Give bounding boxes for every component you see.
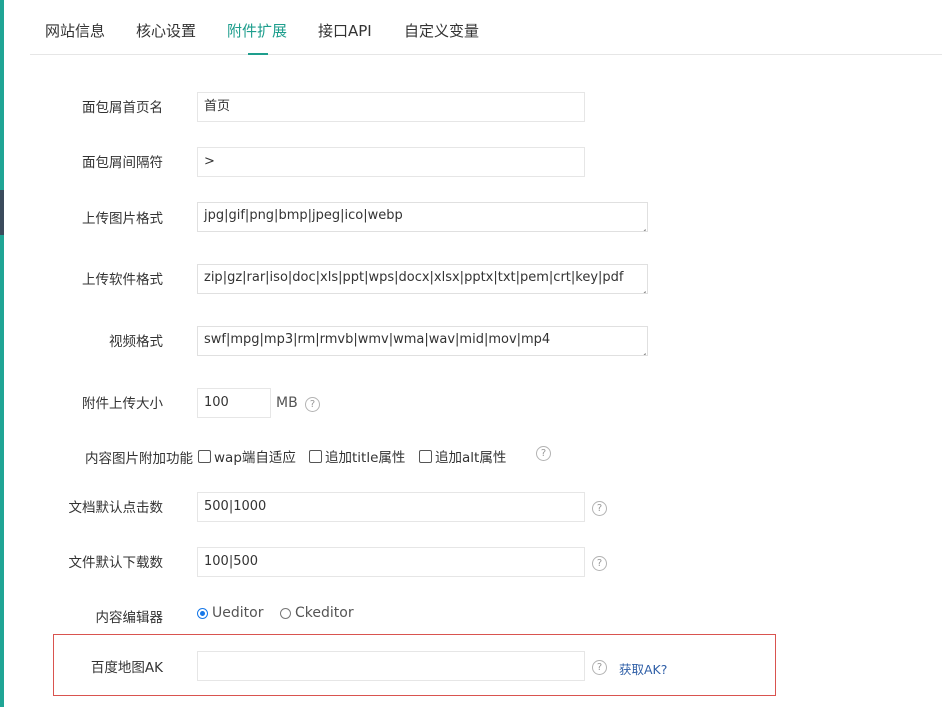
resize-handle-icon[interactable] [638,284,646,292]
upload-size-label: 附件上传大小 [82,396,163,412]
help-icon[interactable]: ? [305,397,320,412]
checkbox-append-title[interactable]: 追加title属性 [309,446,405,466]
resize-handle-icon[interactable] [638,346,646,354]
video-formats-value: swf|mpg|mp3|rm|rmvb|wmv|wma|wav|mid|mov|… [204,332,551,347]
breadcrumb-home-label: 面包屑首页名 [82,100,163,116]
radio-label: Ueditor [212,605,264,621]
radio-label: Ckeditor [295,605,354,621]
tab-api[interactable]: 接口API [318,0,372,54]
get-ak-link[interactable]: 获取AK? [619,659,667,678]
software-formats-textarea[interactable]: zip|gz|rar|iso|doc|xls|ppt|wps|docx|xlsx… [197,264,648,294]
baidu-ak-label: 百度地图AK [90,660,163,676]
tab-attachment-extension[interactable]: 附件扩展 [227,0,287,54]
help-icon[interactable]: ? [536,446,551,461]
resize-handle-icon[interactable] [638,222,646,230]
checkbox-box[interactable] [198,449,211,463]
software-formats-value: zip|gz|rar|iso|doc|xls|ppt|wps|docx|xlsx… [204,270,624,285]
image-formats-value: jpg|gif|png|bmp|jpeg|ico|webp [204,208,403,223]
default-clicks-input[interactable]: 500|1000 [197,492,585,522]
breadcrumb-separator-input[interactable]: > [197,147,585,177]
tab-custom-variables[interactable]: 自定义变量 [404,0,479,54]
default-downloads-label: 文件默认下载数 [68,555,164,571]
breadcrumb-home-input[interactable]: 首页 [197,92,585,122]
left-accent-bar [0,0,4,707]
help-icon[interactable]: ? [592,501,607,516]
default-downloads-input[interactable]: 100|500 [197,547,585,577]
software-formats-label: 上传软件格式 [82,272,163,288]
radio-ckeditor[interactable]: Ckeditor [280,605,354,621]
help-icon[interactable]: ? [592,556,607,571]
checkbox-label: 追加title属性 [325,450,406,466]
checkbox-wap-adaptive[interactable]: wap端自适应 [198,446,296,466]
tab-core-settings[interactable]: 核心设置 [136,0,196,54]
video-formats-label: 视频格式 [109,334,163,350]
radio-ueditor[interactable]: Ueditor [197,605,263,621]
image-extras-label: 内容图片附加功能 [85,451,193,467]
checkbox-box[interactable] [309,449,322,463]
breadcrumb-separator-label: 面包屑间隔符 [82,155,163,171]
image-formats-textarea[interactable]: jpg|gif|png|bmp|jpeg|ico|webp [197,202,648,232]
checkbox-box[interactable] [419,449,432,463]
video-formats-textarea[interactable]: swf|mpg|mp3|rm|rmvb|wmv|wma|wav|mid|mov|… [197,326,648,356]
left-bar-marker [0,190,4,235]
image-formats-label: 上传图片格式 [82,211,163,227]
settings-tabs: 网站信息 核心设置 附件扩展 接口API 自定义变量 [30,0,942,55]
radio-unselected-icon[interactable] [280,607,291,619]
tab-site-info[interactable]: 网站信息 [45,0,105,54]
default-clicks-label: 文档默认点击数 [68,500,164,516]
help-icon[interactable]: ? [592,660,607,675]
radio-selected-icon[interactable] [197,607,208,619]
active-tab-underline [248,53,268,55]
checkbox-append-alt[interactable]: 追加alt属性 [419,446,506,466]
baidu-ak-input[interactable] [197,651,585,681]
checkbox-label: wap端自适应 [214,450,296,466]
upload-size-unit: MB [276,395,298,411]
editor-label: 内容编辑器 [95,610,164,626]
checkbox-label: 追加alt属性 [435,450,507,466]
upload-size-input[interactable]: 100 [197,388,271,418]
